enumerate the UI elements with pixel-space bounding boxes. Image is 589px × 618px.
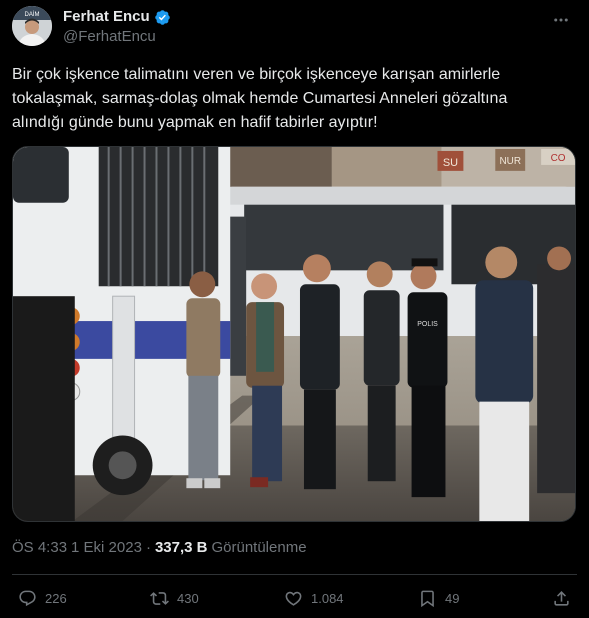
tweet-time[interactable]: ÖS 4:33 xyxy=(12,538,67,558)
tweet-text: Bir çok işkence talimatını veren ve birç… xyxy=(12,66,508,131)
reply-count: 226 xyxy=(45,590,67,606)
retweet-icon xyxy=(150,591,169,605)
heart-icon xyxy=(285,591,302,606)
photo-sign-2: NUR xyxy=(499,156,521,167)
meta-separator: · xyxy=(145,539,151,556)
divider xyxy=(12,574,577,575)
author-info: Ferhat Encu @FerhatEncu xyxy=(63,8,171,47)
more-options-button[interactable] xyxy=(551,10,571,30)
display-name-row[interactable]: Ferhat Encu xyxy=(63,8,171,26)
like-count: 1.084 xyxy=(311,590,344,606)
avatar[interactable]: DAİM xyxy=(12,6,52,46)
photo-sign-3: CO xyxy=(551,153,566,164)
reply-icon xyxy=(19,590,36,606)
tweet-actions: 226 430 1.084 49 xyxy=(12,586,577,610)
share-button[interactable] xyxy=(552,586,571,610)
more-dots-icon xyxy=(554,18,568,22)
share-icon xyxy=(554,590,569,606)
avatar-logo-text: DAİM xyxy=(25,11,40,18)
retweet-count: 430 xyxy=(177,590,199,606)
views-label: Görüntülenme xyxy=(211,539,307,556)
author-display-name[interactable]: Ferhat Encu xyxy=(63,8,150,26)
tweet-meta: ÖS 4:33 1 Eki 2023 · 337,3 B Görüntülenm… xyxy=(12,538,307,558)
photo-sign-1: SU xyxy=(443,157,458,169)
views-count: 337,3 B xyxy=(154,539,208,556)
retweet-button[interactable]: 430 xyxy=(150,586,199,610)
bookmark-icon xyxy=(421,590,434,607)
author-handle[interactable]: @FerhatEncu xyxy=(63,27,171,47)
bookmark-count: 49 xyxy=(445,590,460,606)
photo-police-text: POLIS xyxy=(417,321,438,328)
tweet-date[interactable]: 1 Eki 2023 xyxy=(71,538,142,558)
like-button[interactable]: 1.084 xyxy=(284,586,344,610)
tweet-photo[interactable]: SU NUR CO POLIS xyxy=(12,146,576,522)
tweet-container: DAİM Ferhat Encu @FerhatEncu Bir çok işk… xyxy=(0,0,589,618)
reply-button[interactable]: 226 xyxy=(18,586,67,610)
bookmark-button[interactable]: 49 xyxy=(418,586,459,610)
verified-badge-icon[interactable] xyxy=(154,9,171,26)
tweet-header: DAİM Ferhat Encu @FerhatEncu xyxy=(12,6,577,48)
